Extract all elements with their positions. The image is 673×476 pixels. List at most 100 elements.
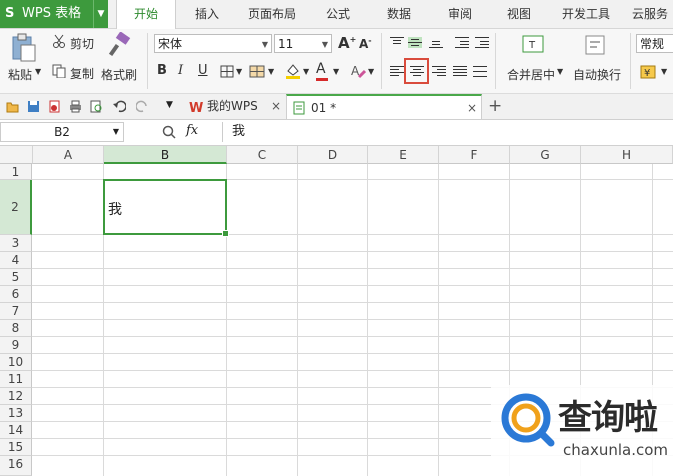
- name-box[interactable]: B2 ▼: [0, 122, 124, 142]
- tab-developer[interactable]: 开发工具: [556, 0, 616, 28]
- new-tab-icon[interactable]: +: [488, 96, 502, 116]
- doc-tab-my-wps[interactable]: W 我的WPS ×: [186, 94, 284, 119]
- wrap-text-button[interactable]: 自动换行: [573, 66, 621, 83]
- clear-format-icon[interactable]: A: [350, 63, 366, 79]
- row-header[interactable]: 7: [0, 303, 32, 320]
- format-painter-icon[interactable]: [108, 32, 132, 58]
- paste-button[interactable]: [8, 33, 38, 63]
- open-folder-icon[interactable]: [6, 100, 19, 113]
- chevron-down-icon[interactable]: ▼: [236, 67, 242, 76]
- watermark-url: chaxunla.com: [563, 441, 668, 459]
- chevron-down-icon[interactable]: ▼: [166, 100, 173, 110]
- column-header-d[interactable]: D: [298, 146, 368, 164]
- chevron-down-icon[interactable]: ▼: [661, 67, 667, 76]
- tab-page-layout[interactable]: 页面布局: [240, 0, 304, 28]
- doc-tab-01[interactable]: 01 * ×: [286, 94, 482, 119]
- align-right-icon[interactable]: [432, 66, 446, 77]
- fx-button[interactable]: fx: [186, 123, 198, 138]
- merge-center-icon[interactable]: T: [522, 35, 544, 53]
- formula-input[interactable]: 我: [222, 122, 673, 142]
- font-color-button[interactable]: A: [316, 61, 326, 77]
- row-header[interactable]: 14: [0, 422, 32, 439]
- tab-view[interactable]: 视图: [497, 0, 541, 28]
- number-format-select[interactable]: 常规: [636, 34, 673, 53]
- chevron-down-icon[interactable]: ▼: [368, 67, 374, 76]
- row-header[interactable]: 13: [0, 405, 32, 422]
- app-menu-button[interactable]: S WPS 表格 ▼: [0, 0, 108, 28]
- font-size-select[interactable]: 11 ▼: [274, 34, 332, 53]
- justify-icon[interactable]: [453, 66, 467, 77]
- tab-formula[interactable]: 公式: [316, 0, 360, 28]
- copy-button[interactable]: 复制: [70, 65, 94, 82]
- save-icon[interactable]: [27, 100, 40, 113]
- print-preview-icon[interactable]: [90, 100, 103, 113]
- row-header[interactable]: 8: [0, 320, 32, 337]
- row-header[interactable]: 10: [0, 354, 32, 371]
- column-header-b[interactable]: B: [104, 146, 227, 164]
- fill-pattern-icon[interactable]: [249, 65, 265, 78]
- cut-button[interactable]: 剪切: [70, 35, 94, 52]
- zoom-search-icon[interactable]: [162, 125, 176, 139]
- chevron-down-icon[interactable]: ▼: [113, 123, 119, 141]
- column-header-e[interactable]: E: [368, 146, 439, 164]
- wrap-text-icon[interactable]: [585, 35, 605, 55]
- column-header-f[interactable]: F: [439, 146, 510, 164]
- export-pdf-icon[interactable]: [48, 100, 61, 113]
- font-name-select[interactable]: 宋体 ▼: [154, 34, 272, 53]
- tab-cloud[interactable]: 云服务: [627, 0, 673, 28]
- italic-button[interactable]: I: [178, 63, 183, 78]
- row-header[interactable]: 16: [0, 456, 32, 476]
- row-header[interactable]: 5: [0, 269, 32, 286]
- formula-bar: B2 ▼ fx 我: [0, 120, 673, 146]
- align-top-icon[interactable]: [390, 37, 404, 48]
- close-icon[interactable]: ×: [467, 96, 477, 121]
- decrease-font-icon[interactable]: A-: [359, 36, 372, 51]
- paste-label[interactable]: 粘贴: [8, 66, 32, 83]
- column-header-a[interactable]: A: [33, 146, 104, 164]
- underline-button[interactable]: U: [198, 63, 208, 78]
- column-header-h[interactable]: H: [581, 146, 673, 164]
- column-header-g[interactable]: G: [510, 146, 581, 164]
- border-icon[interactable]: [220, 65, 234, 78]
- row-header[interactable]: 1: [0, 164, 32, 180]
- print-icon[interactable]: [69, 100, 82, 113]
- tab-insert[interactable]: 插入: [183, 0, 231, 28]
- increase-font-icon[interactable]: A+: [338, 34, 356, 52]
- row-header[interactable]: 12: [0, 388, 32, 405]
- wps-logo-icon: S: [5, 6, 15, 21]
- redo-icon[interactable]: [136, 100, 149, 113]
- tab-review[interactable]: 审阅: [438, 0, 482, 28]
- fill-handle[interactable]: [222, 230, 229, 237]
- increase-indent-icon[interactable]: [475, 37, 489, 48]
- row-header[interactable]: 11: [0, 371, 32, 388]
- select-all-corner[interactable]: [0, 146, 33, 164]
- chevron-down-icon[interactable]: ▼: [333, 67, 339, 76]
- chevron-down-icon[interactable]: ▼: [303, 67, 309, 76]
- align-middle-icon[interactable]: [408, 37, 422, 48]
- merge-center-button[interactable]: 合并居中: [507, 66, 555, 83]
- decrease-indent-icon[interactable]: [455, 37, 469, 48]
- format-painter-label[interactable]: 格式刷: [101, 66, 137, 83]
- row-header[interactable]: 2: [0, 180, 32, 235]
- chevron-down-icon[interactable]: ▼: [93, 0, 108, 28]
- fill-color-icon[interactable]: [284, 62, 302, 80]
- close-icon[interactable]: ×: [271, 94, 281, 119]
- align-left-icon[interactable]: [390, 66, 404, 77]
- distributed-align-icon[interactable]: [473, 66, 487, 77]
- row-header[interactable]: 4: [0, 252, 32, 269]
- undo-icon[interactable]: [113, 100, 126, 113]
- row-header[interactable]: 9: [0, 337, 32, 354]
- row-header[interactable]: 3: [0, 235, 32, 252]
- bold-button[interactable]: B: [157, 63, 167, 78]
- tab-start[interactable]: 开始: [116, 0, 176, 29]
- row-header[interactable]: 15: [0, 439, 32, 456]
- currency-format-icon[interactable]: ¥: [640, 63, 660, 81]
- cell-b2-value: 我: [108, 202, 122, 218]
- chevron-down-icon[interactable]: ▼: [35, 67, 41, 76]
- tab-data[interactable]: 数据: [377, 0, 421, 28]
- row-header[interactable]: 6: [0, 286, 32, 303]
- chevron-down-icon[interactable]: ▼: [557, 67, 563, 76]
- align-bottom-icon[interactable]: [429, 37, 443, 48]
- column-header-c[interactable]: C: [227, 146, 298, 164]
- chevron-down-icon[interactable]: ▼: [268, 67, 274, 76]
